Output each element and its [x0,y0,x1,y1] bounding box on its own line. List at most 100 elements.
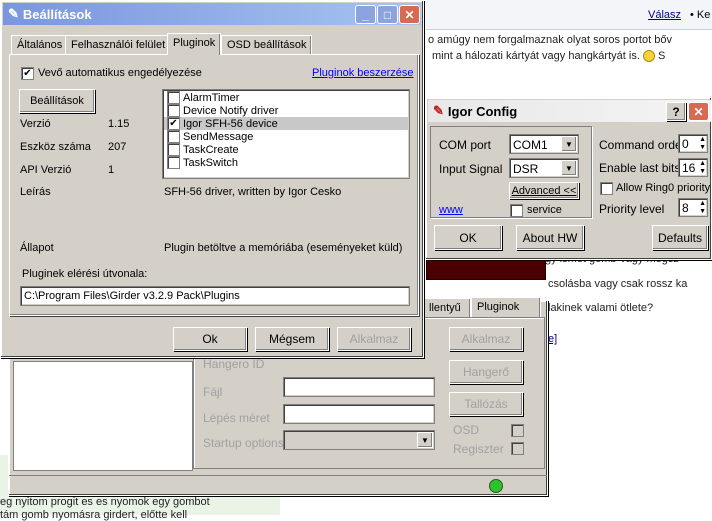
reply-link[interactable]: Válasz [648,9,681,21]
com-port-select[interactable]: COM1 ▼ [509,134,579,154]
forum-text-line: csolásba vagy csak rossz ka [548,278,688,290]
volume-button: Hangerő [449,360,523,384]
window-title: Beállítások [22,6,92,22]
www-link[interactable]: www [439,204,463,216]
plugin-checkbox[interactable] [167,91,180,104]
plugin-name: AlarmTimer [183,91,240,104]
about-hw-button[interactable]: About HW [516,225,584,250]
step-size-label: Lépés méret [203,411,270,425]
smiley-icon [642,50,655,63]
tab-user-interface[interactable]: Felhasználói felület [65,35,172,55]
osd-checkbox [511,424,524,437]
file-input [283,377,435,397]
device-count-label: Eszköz száma [20,141,91,153]
tab-general[interactable]: Általános [11,35,69,55]
plugin-checkbox[interactable] [167,130,180,143]
plugin-list[interactable]: AlarmTimer Device Notify driver ✔ Igor SF… [162,89,410,179]
plugin-name: Device Notify driver [183,104,279,117]
state-value: Plugin betöltve a memóriába (eseményeket… [164,242,403,254]
forum-text: S [658,50,666,62]
enable-last-bits-spinner[interactable]: 16 ▲ ▼ [678,158,708,177]
forum-text-line: lakinek valami ötlete? [548,302,654,314]
igor-app-icon: ✎ [433,103,444,118]
priority-level-label: Priority level [599,202,665,216]
ring0-label: Allow Ring0 priority [616,182,711,194]
chevron-down-icon: ▼ [561,136,577,152]
list-item[interactable]: AlarmTimer [164,91,408,104]
tree-panel[interactable] [13,361,193,471]
register-checkbox [511,442,524,455]
igor-ok-button[interactable]: OK [434,225,502,250]
wrench-icon: ✎ [8,6,19,21]
list-item[interactable]: TaskCreate [164,143,408,156]
plugin-path-label: Pluginek elérési útvonala: [22,268,148,280]
plugin-name: TaskCreate [183,143,239,156]
status-led-icon [489,479,503,493]
status-bar [9,475,547,495]
plugin-checkbox[interactable] [167,104,180,117]
apply-button-back: Alkalmaz [449,327,523,351]
defaults-button[interactable]: Defaults [652,225,708,250]
version-value: 1.15 [108,118,130,130]
tab-plugins[interactable]: Pluginok [167,33,222,55]
plugin-path-input[interactable]: C:\Program Files\Girder v3.2.9 Pack\Plug… [20,286,410,306]
chevron-down-icon: ▼ [417,432,433,448]
tab-keyboard[interactable]: llentyű [423,298,471,317]
minimize-button[interactable]: _ [355,5,376,24]
command-order-label: Command order [599,138,686,152]
auto-accept-checkbox[interactable]: ✔ [21,67,34,80]
priority-level-value: 8 [682,201,689,215]
spinner-arrows-icon[interactable]: ▲ ▼ [699,136,706,152]
input-signal-select[interactable]: DSR ▼ [509,158,579,178]
osd-label: OSD [453,423,480,437]
tab-osd-settings[interactable]: OSD beállítások [221,35,313,55]
led-display [426,260,546,280]
description-label: Leírás [20,186,51,198]
auto-accept-label: Vevő automatikus engedélyezése [38,67,202,79]
maximize-button[interactable]: □ [377,5,398,24]
plugin-settings-button[interactable]: Beállítások [19,89,95,113]
api-version-label: API Verzió [20,164,72,176]
list-item-selected[interactable]: ✔ Igor SFH-56 device [164,117,408,130]
chevron-down-icon: ▼ [561,160,577,176]
volume-id-label: Hangero ID [203,357,265,371]
startup-label: Startup options [203,436,284,450]
priority-level-spinner[interactable]: 8 ▲ ▼ [678,198,708,217]
device-count-value: 207 [108,141,127,153]
enable-last-bits-label: Enable last bits [599,161,681,175]
advanced-button[interactable]: Advanced << [509,182,579,199]
ok-button[interactable]: Ok [173,327,247,351]
spinner-arrows-icon[interactable]: ▲ ▼ [699,200,706,216]
command-order-value: 0 [682,137,689,151]
buy-plugins-link[interactable]: Pluginok beszerzése [312,67,414,79]
close-button[interactable]: ✕ [399,5,420,24]
list-item[interactable]: SendMessage [164,130,408,143]
command-order-spinner[interactable]: 0 ▲ ▼ [678,134,708,153]
plugin-checkbox[interactable]: ✔ [167,117,180,130]
api-version-value: 1 [108,164,115,176]
plugin-checkbox[interactable] [167,156,180,169]
plugin-name: Igor SFH-56 device [183,117,278,130]
help-button[interactable]: ? [666,102,686,121]
input-signal-label: Input Signal [439,162,503,176]
input-signal-value: DSR [513,162,539,176]
state-label: Állapot [20,242,54,254]
tab-plugins-back[interactable]: Pluginok [471,297,541,317]
service-label: service [527,204,562,216]
spinner-arrows-icon[interactable]: ▲ ▼ [699,160,706,176]
forum-link[interactable]: e] [548,333,557,345]
com-port-label: COM port [439,138,492,152]
forum-nav-text: • Ke [690,9,711,21]
forum-text: mint a hálozati kártyát vagy hangkártyát… [432,50,640,62]
plugin-name: SendMessage [183,130,254,143]
settings-window: ✎ Beállítások _ □ ✕ Általános Felhasznál… [0,0,424,358]
igor-close-button[interactable]: ✕ [688,102,709,121]
cancel-button[interactable]: Mégsem [255,327,329,351]
service-checkbox[interactable] [510,204,523,217]
startup-select: ▼ [283,430,435,450]
ring0-checkbox[interactable] [600,182,613,195]
list-item[interactable]: Device Notify driver [164,104,408,117]
dialog-title: Igor Config [447,103,518,119]
list-item[interactable]: TaskSwitch [164,156,408,169]
plugin-checkbox[interactable] [167,143,180,156]
